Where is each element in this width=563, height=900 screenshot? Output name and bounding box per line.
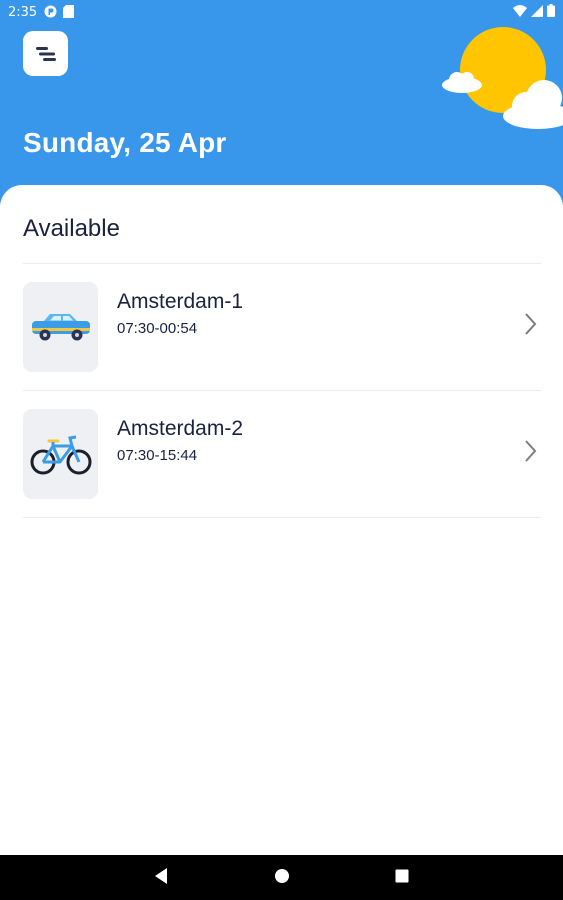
status-time: 2:35 (8, 5, 38, 20)
menu-icon (35, 46, 56, 61)
item-hours: 07:30-00:54 (117, 320, 198, 337)
cloud-large-icon (503, 80, 563, 129)
divider (23, 263, 541, 264)
list-item[interactable]: Amsterdam-2 07:30-15:44 (0, 395, 563, 499)
page-title: Sunday, 25 Apr (23, 127, 227, 158)
back-icon[interactable] (153, 867, 169, 885)
content-sheet: Available Amsterdam-1 07:30-00:54 Amster… (0, 185, 563, 855)
signal-icon (531, 4, 543, 17)
battery-icon (547, 4, 555, 17)
car-icon (31, 314, 90, 341)
list-item[interactable]: Amsterdam-1 07:30-00:54 (0, 268, 563, 372)
header: 2:35 Sunday, 25 Apr (0, 0, 563, 205)
cloud-small-icon (442, 72, 482, 93)
vehicle-thumbnail (23, 282, 98, 372)
chevron-right-icon (525, 313, 537, 335)
divider (23, 517, 541, 518)
recents-icon[interactable] (394, 867, 410, 885)
item-hours: 07:30-15:44 (117, 447, 198, 464)
divider (23, 390, 541, 391)
wifi-icon (513, 4, 527, 17)
item-name: Amsterdam-2 (117, 417, 244, 440)
bicycle-icon (30, 435, 91, 475)
sd-card-icon (63, 5, 74, 18)
chevron-right-icon (525, 440, 537, 462)
status-bar: 2:35 (0, 0, 563, 24)
menu-button[interactable] (23, 31, 68, 76)
section-title: Available (23, 215, 120, 242)
home-icon[interactable] (274, 867, 290, 885)
vehicle-thumbnail (23, 409, 98, 499)
notification-app-icon (44, 5, 57, 18)
item-name: Amsterdam-1 (117, 290, 244, 313)
navigation-bar (0, 855, 563, 900)
